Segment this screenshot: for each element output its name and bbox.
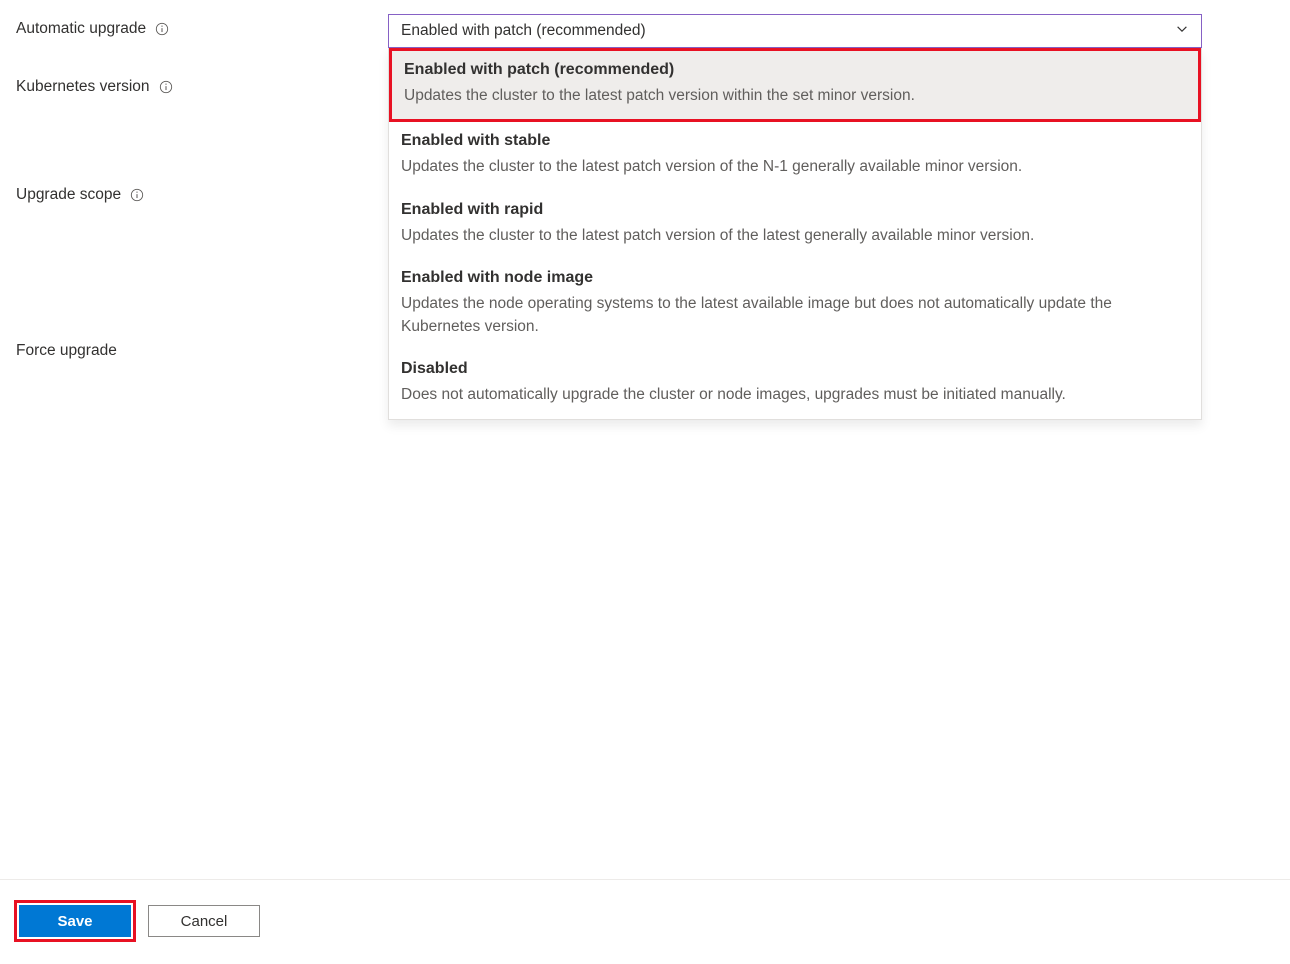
- option-title: Enabled with stable: [401, 132, 1189, 150]
- option-desc: Updates the cluster to the latest patch …: [401, 225, 1189, 247]
- dropdown-option-rapid[interactable]: Enabled with rapid Updates the cluster t…: [389, 191, 1201, 259]
- kubernetes-version-label: Kubernetes version: [16, 78, 150, 96]
- info-icon[interactable]: [129, 187, 145, 203]
- option-desc: Updates the cluster to the latest patch …: [401, 156, 1189, 178]
- dropdown-selected-value: Enabled with patch (recommended): [401, 22, 646, 40]
- option-title: Disabled: [401, 360, 1189, 378]
- dropdown-option-node-image[interactable]: Enabled with node image Updates the node…: [389, 259, 1201, 350]
- option-desc: Does not automatically upgrade the clust…: [401, 384, 1189, 406]
- option-title: Enabled with patch (recommended): [404, 61, 1186, 79]
- option-title: Enabled with rapid: [401, 201, 1189, 219]
- chevron-down-icon: [1175, 22, 1189, 41]
- cancel-button[interactable]: Cancel: [148, 905, 260, 937]
- info-icon[interactable]: [158, 79, 174, 95]
- dropdown-option-disabled[interactable]: Disabled Does not automatically upgrade …: [389, 350, 1201, 418]
- force-upgrade-label: Force upgrade: [16, 342, 117, 360]
- option-desc: Updates the cluster to the latest patch …: [404, 85, 1186, 107]
- footer-actions: Save Cancel: [0, 879, 1290, 964]
- dropdown-option-patch[interactable]: Enabled with patch (recommended) Updates…: [389, 48, 1201, 122]
- automatic-upgrade-dropdown[interactable]: Enabled with patch (recommended): [388, 14, 1202, 48]
- info-icon[interactable]: [154, 21, 170, 37]
- dropdown-option-stable[interactable]: Enabled with stable Updates the cluster …: [389, 122, 1201, 190]
- save-button[interactable]: Save: [19, 905, 131, 937]
- automatic-upgrade-label: Automatic upgrade: [16, 20, 146, 38]
- option-title: Enabled with node image: [401, 269, 1189, 287]
- option-desc: Updates the node operating systems to th…: [401, 293, 1189, 338]
- dropdown-listbox: Enabled with patch (recommended) Updates…: [388, 48, 1202, 420]
- upgrade-scope-label: Upgrade scope: [16, 186, 121, 204]
